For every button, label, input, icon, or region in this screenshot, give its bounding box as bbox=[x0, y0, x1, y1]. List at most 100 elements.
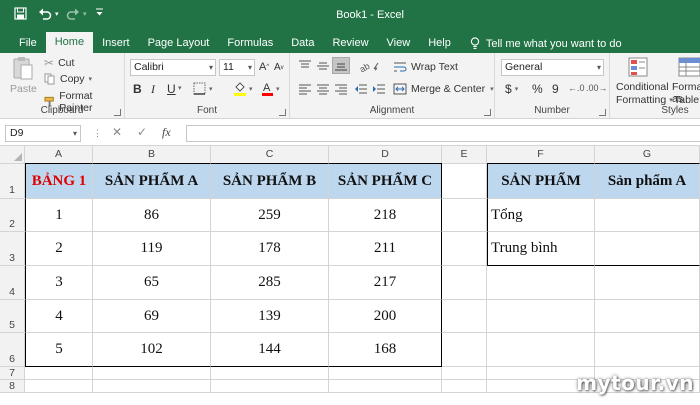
column-header-f[interactable]: F bbox=[487, 146, 595, 164]
table1-cell[interactable]: 3 bbox=[25, 266, 93, 300]
cell-e7[interactable] bbox=[442, 367, 487, 380]
column-header-a[interactable]: A bbox=[25, 146, 93, 164]
wrap-text-button[interactable]: Wrap Text bbox=[393, 61, 458, 73]
cut-button[interactable]: ✂ Cut bbox=[44, 56, 74, 70]
underline-dropdown[interactable]: ▾ bbox=[178, 84, 182, 92]
increase-font-size-button[interactable]: A ^ bbox=[259, 61, 269, 73]
column-header-b[interactable]: B bbox=[93, 146, 211, 164]
orientation-icon[interactable]: ab ▾ bbox=[360, 60, 380, 72]
column-header-d[interactable]: D bbox=[329, 146, 442, 164]
table1-cell[interactable]: 285 bbox=[211, 266, 329, 300]
cell-e1[interactable] bbox=[442, 164, 487, 199]
tab-insert[interactable]: Insert bbox=[93, 34, 139, 53]
increase-decimal-button[interactable]: ←.0 bbox=[568, 83, 585, 93]
conditional-formatting-icon[interactable] bbox=[628, 57, 648, 77]
align-middle-icon[interactable] bbox=[316, 60, 330, 72]
row-header-7[interactable]: 7 bbox=[0, 367, 25, 380]
table1-cell[interactable]: 218 bbox=[329, 199, 442, 232]
tab-page-layout[interactable]: Page Layout bbox=[139, 34, 219, 53]
copy-button[interactable]: Copy ▾ bbox=[44, 73, 92, 85]
cell-c7[interactable] bbox=[211, 367, 329, 380]
table1-cell[interactable]: 139 bbox=[211, 300, 329, 333]
currency-button[interactable]: $ ▾ bbox=[505, 82, 518, 96]
number-format-box[interactable]: General ▾ bbox=[501, 59, 604, 76]
cell-b7[interactable] bbox=[93, 367, 211, 380]
conditional-formatting-button[interactable]: Conditional bbox=[616, 81, 669, 93]
table2-cell[interactable]: Tổng bbox=[487, 199, 595, 232]
cell-f6[interactable] bbox=[487, 333, 595, 367]
cell-e8[interactable] bbox=[442, 380, 487, 393]
cell-d8[interactable] bbox=[329, 380, 442, 393]
table1-cell[interactable]: 65 bbox=[93, 266, 211, 300]
clipboard-dialog-launcher[interactable] bbox=[114, 109, 121, 116]
align-right-icon[interactable] bbox=[334, 83, 348, 95]
align-left-icon[interactable] bbox=[298, 83, 312, 95]
table1-header-cell[interactable]: SẢN PHẨM B bbox=[211, 163, 329, 199]
number-dialog-launcher[interactable] bbox=[599, 109, 606, 116]
table1-cell[interactable]: 259 bbox=[211, 199, 329, 232]
table1-cell[interactable]: 1 bbox=[25, 199, 93, 232]
table1-header-cell[interactable]: BẢNG 1 bbox=[25, 163, 93, 199]
font-color-button[interactable]: A ▾ bbox=[261, 81, 280, 96]
enter-icon[interactable]: ✓ bbox=[137, 125, 147, 139]
tab-formulas[interactable]: Formulas bbox=[218, 34, 282, 53]
tab-view[interactable]: View bbox=[378, 34, 420, 53]
table1-cell[interactable]: 2 bbox=[25, 232, 93, 266]
format-as-table-icon[interactable] bbox=[678, 57, 700, 77]
paste-button[interactable]: Paste bbox=[10, 56, 37, 95]
alignment-dialog-launcher[interactable] bbox=[484, 109, 491, 116]
cell-g5[interactable] bbox=[595, 300, 700, 333]
table2-cell[interactable] bbox=[595, 232, 700, 266]
bold-button[interactable]: B bbox=[133, 82, 142, 96]
font-size-box[interactable]: 11 ▾ bbox=[219, 59, 255, 76]
table1-cell[interactable]: 217 bbox=[329, 266, 442, 300]
font-dialog-launcher[interactable] bbox=[279, 109, 286, 116]
table1-cell[interactable]: 4 bbox=[25, 300, 93, 333]
select-all-corner[interactable] bbox=[0, 146, 25, 164]
table1-cell[interactable]: 119 bbox=[93, 232, 211, 266]
row-header-5[interactable]: 5 bbox=[0, 300, 25, 333]
tab-review[interactable]: Review bbox=[323, 34, 377, 53]
table2-header-cell[interactable]: SẢN PHẨM bbox=[487, 163, 595, 199]
insert-function-button[interactable]: fx bbox=[162, 125, 171, 140]
tab-data[interactable]: Data bbox=[282, 34, 323, 53]
column-header-e[interactable]: E bbox=[442, 146, 487, 164]
tab-file[interactable]: File bbox=[10, 34, 46, 53]
formula-input[interactable] bbox=[186, 125, 700, 142]
comma-style-button[interactable]: 9 bbox=[552, 82, 559, 96]
table2-cell[interactable]: Trung bình bbox=[487, 232, 595, 266]
table2-header-cell[interactable]: Sản phẩm A bbox=[595, 163, 700, 199]
table1-header-cell[interactable]: SẢN PHẨM A bbox=[93, 163, 211, 199]
fill-color-button[interactable]: ▾ bbox=[233, 81, 253, 96]
table1-cell[interactable]: 102 bbox=[93, 333, 211, 367]
merge-center-button[interactable]: Merge & Center ▾ bbox=[393, 83, 494, 95]
decrease-decimal-button[interactable]: .00→ bbox=[586, 83, 608, 93]
align-center-icon[interactable] bbox=[316, 83, 330, 95]
cell-a7[interactable] bbox=[25, 367, 93, 380]
cancel-icon[interactable]: ✕ bbox=[112, 125, 122, 139]
row-header-8[interactable]: 8 bbox=[0, 380, 25, 393]
table1-cell[interactable]: 168 bbox=[329, 333, 442, 367]
italic-button[interactable]: I bbox=[151, 82, 155, 97]
column-header-g[interactable]: G bbox=[595, 146, 700, 164]
cell-e3[interactable] bbox=[442, 232, 487, 266]
cell-e2[interactable] bbox=[442, 199, 487, 232]
cell-d7[interactable] bbox=[329, 367, 442, 380]
align-bottom-button[interactable] bbox=[332, 57, 350, 74]
table1-cell[interactable]: 200 bbox=[329, 300, 442, 333]
decrease-indent-icon[interactable] bbox=[354, 83, 368, 95]
align-top-icon[interactable] bbox=[298, 60, 312, 72]
table1-cell[interactable]: 178 bbox=[211, 232, 329, 266]
table1-cell[interactable]: 5 bbox=[25, 333, 93, 367]
cell-g6[interactable] bbox=[595, 333, 700, 367]
cell-e6[interactable] bbox=[442, 333, 487, 367]
cell-f4[interactable] bbox=[487, 266, 595, 300]
percent-button[interactable]: % bbox=[532, 82, 543, 96]
cell-e4[interactable] bbox=[442, 266, 487, 300]
cell-b8[interactable] bbox=[93, 380, 211, 393]
row-header-1[interactable]: 1 bbox=[0, 164, 25, 199]
tab-help[interactable]: Help bbox=[419, 34, 460, 53]
font-name-box[interactable]: Calibri ▾ bbox=[130, 59, 216, 76]
row-header-3[interactable]: 3 bbox=[0, 232, 25, 266]
tab-home[interactable]: Home bbox=[45, 32, 94, 53]
